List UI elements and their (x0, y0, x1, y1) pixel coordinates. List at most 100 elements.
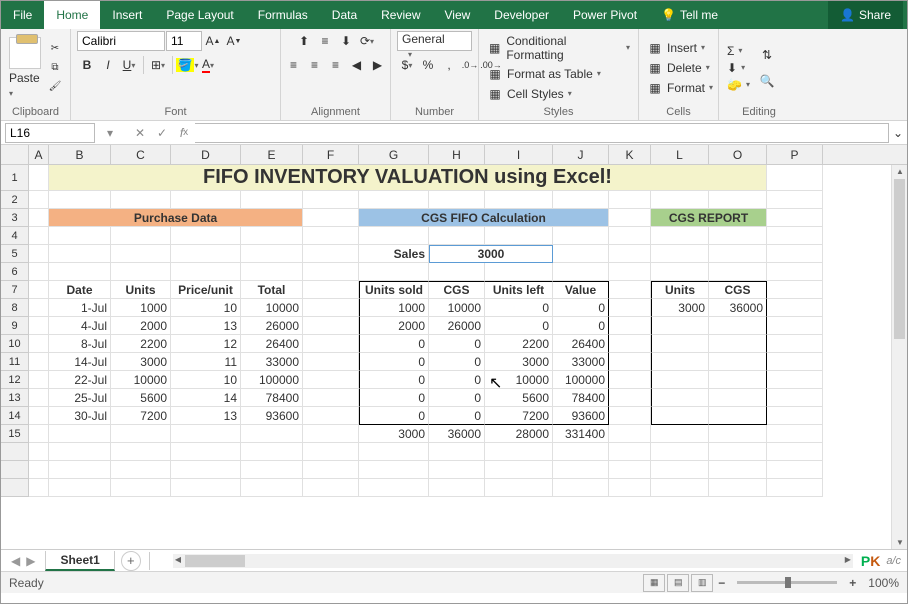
row-header-9[interactable]: 9 (1, 317, 29, 335)
cell[interactable] (303, 263, 359, 281)
format-as-table-button[interactable]: ▦Format as Table▾ (485, 65, 632, 83)
sales-label[interactable]: Sales (359, 245, 429, 263)
cell[interactable] (49, 227, 111, 245)
sort-filter-button[interactable]: ⇅ (754, 45, 780, 65)
cell[interactable] (29, 407, 49, 425)
cell[interactable] (171, 191, 241, 209)
cell[interactable]: 10 (171, 371, 241, 389)
cell[interactable] (359, 191, 429, 209)
accounting-format-button[interactable]: $▾ (397, 55, 417, 75)
cell[interactable] (171, 227, 241, 245)
increase-decimal-button[interactable]: .0→ (460, 55, 480, 75)
cell[interactable] (609, 263, 651, 281)
row-header-14[interactable]: 14 (1, 407, 29, 425)
cell[interactable] (651, 443, 709, 461)
cell[interactable] (709, 479, 767, 497)
font-name-select[interactable] (77, 31, 165, 51)
cell[interactable]: 0 (359, 371, 429, 389)
cell[interactable] (49, 245, 111, 263)
cell[interactable]: 26400 (241, 335, 303, 353)
cell[interactable] (609, 335, 651, 353)
cell[interactable] (303, 479, 359, 497)
cell[interactable] (111, 461, 171, 479)
cell[interactable] (429, 461, 485, 479)
col-header-J[interactable]: J (553, 145, 609, 164)
row-header-8[interactable]: 8 (1, 299, 29, 317)
tab-developer[interactable]: Developer (482, 1, 561, 29)
cell[interactable]: 1-Jul (49, 299, 111, 317)
cell[interactable]: Units (651, 281, 709, 299)
cell[interactable]: 28000 (485, 425, 553, 443)
cell[interactable] (609, 425, 651, 443)
cell[interactable] (651, 191, 709, 209)
cell[interactable]: 30-Jul (49, 407, 111, 425)
formula-input[interactable] (195, 123, 889, 143)
cell[interactable] (553, 191, 609, 209)
cell[interactable] (29, 371, 49, 389)
cell[interactable] (609, 227, 651, 245)
cell[interactable] (303, 443, 359, 461)
insert-cells-button[interactable]: ▦Insert▾ (645, 39, 715, 57)
borders-button[interactable]: ⊞▾ (148, 55, 168, 75)
cell[interactable]: 36000 (429, 425, 485, 443)
cell[interactable]: 22-Jul (49, 371, 111, 389)
cell[interactable]: 331400 (553, 425, 609, 443)
cell[interactable]: 0 (429, 407, 485, 425)
cell[interactable]: Units sold (359, 281, 429, 299)
cell[interactable] (709, 371, 767, 389)
cell[interactable] (709, 191, 767, 209)
cell[interactable]: 78400 (553, 389, 609, 407)
cell[interactable]: 3000 (485, 353, 553, 371)
purchase-header[interactable]: Purchase Data (49, 209, 303, 227)
conditional-formatting-button[interactable]: ▦Conditional Formatting▾ (485, 33, 632, 63)
cell[interactable] (767, 335, 823, 353)
row-header-5[interactable]: 5 (1, 245, 29, 263)
italic-button[interactable]: I (98, 55, 118, 75)
cell[interactable]: 14-Jul (49, 353, 111, 371)
tab-home[interactable]: Home (44, 1, 100, 29)
cell[interactable] (709, 317, 767, 335)
cell[interactable] (429, 443, 485, 461)
cell[interactable]: 100000 (553, 371, 609, 389)
cell[interactable] (29, 443, 49, 461)
cell[interactable] (485, 443, 553, 461)
cell[interactable] (111, 191, 171, 209)
cell[interactable] (651, 479, 709, 497)
row-header-3[interactable]: 3 (1, 209, 29, 227)
cell[interactable] (359, 461, 429, 479)
cell[interactable] (609, 209, 651, 227)
name-box[interactable] (5, 123, 95, 143)
cell[interactable]: 25-Jul (49, 389, 111, 407)
add-sheet-button[interactable]: + (121, 551, 141, 571)
cell[interactable]: Price/unit (171, 281, 241, 299)
sheet-nav-prev[interactable]: ◀ (11, 554, 20, 568)
tab-power-pivot[interactable]: Power Pivot (561, 1, 649, 29)
cell[interactable] (553, 479, 609, 497)
cell[interactable] (651, 317, 709, 335)
cell[interactable]: CGS (429, 281, 485, 299)
cell[interactable] (767, 191, 823, 209)
cell[interactable] (767, 227, 823, 245)
enter-formula-button[interactable]: ✓ (151, 122, 173, 144)
cell[interactable] (29, 425, 49, 443)
cell[interactable] (241, 263, 303, 281)
format-painter-button[interactable]: 🖌 (45, 78, 65, 96)
row-header-6[interactable]: 6 (1, 263, 29, 281)
copy-button[interactable]: ⧉ (45, 59, 65, 77)
cell[interactable]: 0 (553, 299, 609, 317)
col-header-O[interactable]: O (709, 145, 767, 164)
cell[interactable] (485, 263, 553, 281)
cell[interactable] (303, 461, 359, 479)
cell[interactable] (767, 263, 823, 281)
cell[interactable] (49, 191, 111, 209)
cell[interactable] (29, 245, 49, 263)
cell[interactable] (767, 299, 823, 317)
scroll-down-icon[interactable]: ▼ (896, 538, 904, 547)
cell[interactable] (429, 191, 485, 209)
cell[interactable] (651, 407, 709, 425)
fx-button[interactable]: fx (173, 122, 195, 144)
cell[interactable] (49, 461, 111, 479)
cell[interactable]: 11 (171, 353, 241, 371)
cancel-formula-button[interactable]: ✕ (129, 122, 151, 144)
cell[interactable] (609, 299, 651, 317)
